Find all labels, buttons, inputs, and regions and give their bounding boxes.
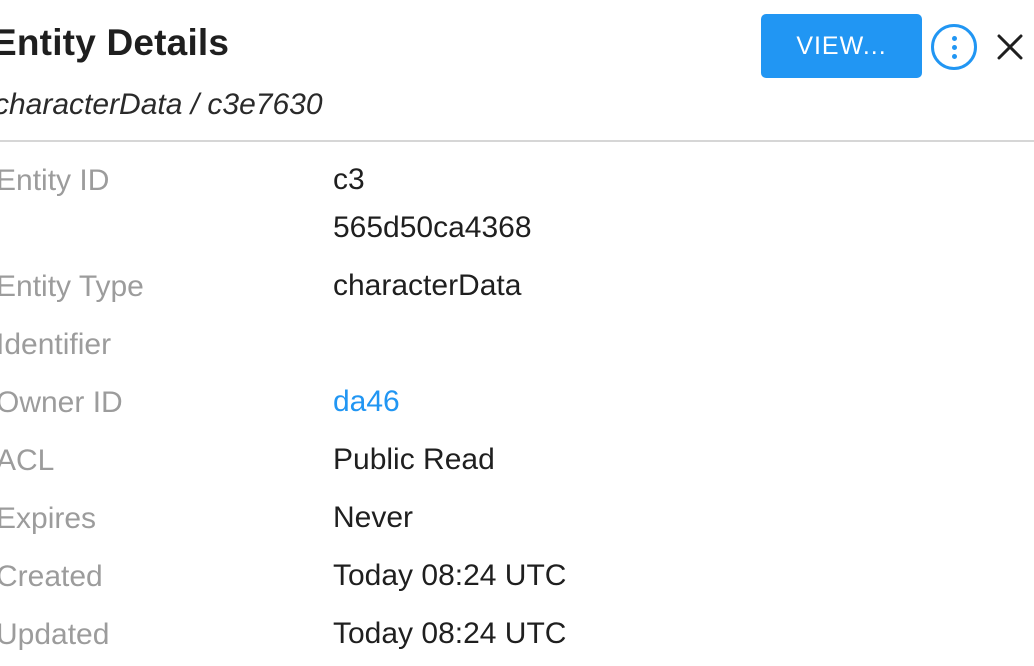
updated-label: Updated <box>0 618 110 651</box>
more-options-button[interactable] <box>931 24 977 70</box>
close-icon <box>997 34 1023 60</box>
header-divider <box>0 140 1034 142</box>
close-button[interactable] <box>993 30 1027 64</box>
detail-row-entity-type: Entity Type characterData <box>0 266 1034 324</box>
entity-id-label: Entity ID <box>0 164 110 197</box>
entity-type-label: Entity Type <box>0 270 144 303</box>
created-value: Today 08:24 UTC <box>333 559 567 592</box>
details-list: Entity ID c3 565d50ca4368 Entity Type ch… <box>0 160 1034 666</box>
created-label: Created <box>0 560 103 593</box>
detail-row-created: Created Today 08:24 UTC <box>0 556 1034 614</box>
view-button[interactable]: VIEW... <box>761 14 922 78</box>
owner-id-label: Owner ID <box>0 386 123 419</box>
entity-details-panel: Entity Details characterData / c3e7630 V… <box>0 0 1034 666</box>
acl-value: Public Read <box>333 443 495 476</box>
identifier-label: Identifier <box>0 328 112 361</box>
expires-label: Expires <box>0 502 97 535</box>
entity-type-value: characterData <box>333 269 522 302</box>
page-title: Entity Details <box>0 22 230 63</box>
detail-row-acl: ACL Public Read <box>0 440 1034 498</box>
detail-row-entity-id: Entity ID c3 565d50ca4368 <box>0 160 1034 266</box>
updated-value: Today 08:24 UTC <box>333 617 567 650</box>
more-vertical-icon <box>951 35 957 59</box>
acl-label: ACL <box>0 444 55 477</box>
panel-header: Entity Details characterData / c3e7630 V… <box>0 0 1034 142</box>
detail-row-updated: Updated Today 08:24 UTC <box>0 614 1034 666</box>
detail-row-identifier: Identifier <box>0 324 1034 382</box>
entity-id-value-line2: 565d50ca4368 <box>333 211 532 244</box>
entity-id-value-line1: c3 <box>333 163 365 196</box>
entity-id-value: c3 565d50ca4368 <box>333 156 532 252</box>
detail-row-owner-id: Owner ID da46 <box>0 382 1034 440</box>
expires-value: Never <box>333 501 414 534</box>
entity-path-subtitle: characterData / c3e7630 <box>0 88 323 121</box>
detail-row-expires: Expires Never <box>0 498 1034 556</box>
owner-id-link[interactable]: da46 <box>333 378 400 426</box>
